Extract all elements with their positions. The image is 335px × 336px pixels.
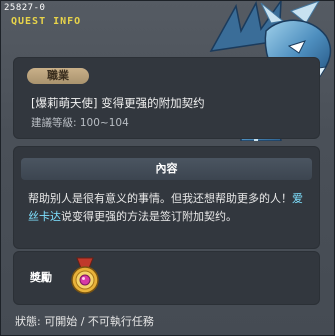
medal-icon[interactable] — [67, 256, 103, 296]
quest-status: 狀態: 可開始 / 不可執行任務 — [15, 315, 154, 328]
quest-title: [爆莉萌天使] 变得更强的附加契约 — [31, 96, 205, 110]
reward-panel: 獎勵 — [13, 251, 320, 305]
reward-label: 獎勵 — [30, 271, 52, 284]
description-text-2: 说变得更强的方法是签订附加契约。 — [61, 210, 237, 223]
job-badge: 職業 — [27, 68, 89, 84]
description-text: 帮助别人是很有意义的事情。但我还想帮助更多的人！ — [28, 192, 292, 205]
quest-summary-panel: 職業 [爆莉萌天使] 变得更强的附加契约 建議等級: 100~104 — [13, 57, 320, 139]
content-panel: 內容 帮助别人是很有意义的事情。但我还想帮助更多的人！爱丝卡达说变得更强的方法是… — [13, 146, 320, 249]
quest-description: 帮助别人是很有意义的事情。但我还想帮助更多的人！爱丝卡达说变得更强的方法是签订附… — [28, 190, 310, 226]
quest-id: 25827-0 — [4, 3, 46, 13]
section-title: QUEST INFO — [11, 16, 82, 27]
content-header: 內容 — [21, 158, 312, 180]
recommended-level: 建議等級: 100~104 — [31, 117, 129, 129]
quest-info-window: 25827-0 QUEST INFO 職業 [爆莉萌天使] 变得更强的附加契约 … — [0, 0, 335, 336]
